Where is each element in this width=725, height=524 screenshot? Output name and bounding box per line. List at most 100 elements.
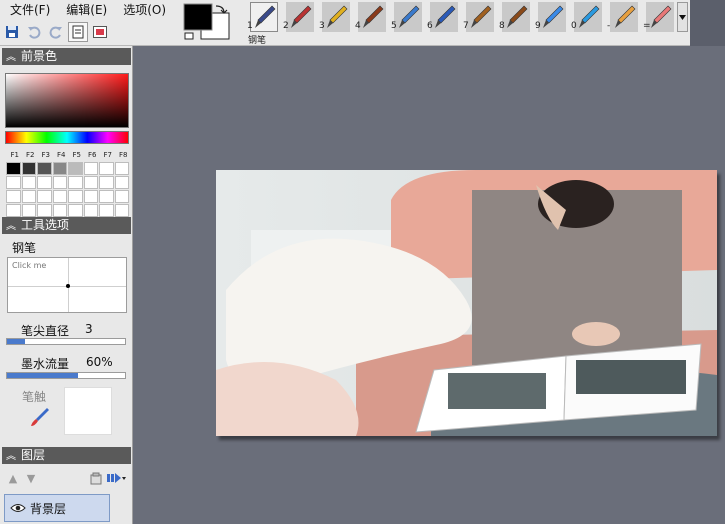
tip-diameter-label: 笔尖直径	[21, 324, 70, 338]
layer-properties-button[interactable]	[87, 470, 105, 486]
undo-button[interactable]	[24, 22, 44, 42]
marker-icon[interactable]	[286, 2, 314, 32]
brush-slot-9[interactable]: 9	[532, 1, 568, 45]
layer-menu-icon	[107, 473, 126, 483]
water-drop-icon[interactable]	[574, 2, 602, 32]
color-picker-gradient[interactable]	[5, 73, 129, 128]
palette-swatch[interactable]	[37, 162, 52, 175]
palette-swatch[interactable]	[6, 162, 21, 175]
menu-options[interactable]: 选项(O)	[113, 0, 172, 20]
brush-hotkey: 7	[463, 21, 469, 31]
reset-colors-icon[interactable]	[184, 32, 194, 40]
image-view-button[interactable]	[90, 22, 110, 42]
palette-swatch[interactable]	[68, 176, 83, 189]
layer-move-down-button[interactable]: ▼	[22, 470, 40, 486]
brush-slot-6[interactable]: 6	[424, 1, 460, 45]
palette-swatch[interactable]	[68, 190, 83, 203]
pen-icon[interactable]	[250, 2, 278, 32]
brush-tip-preview[interactable]	[64, 387, 112, 435]
foreground-panel-header[interactable]: ︽ 前景色	[2, 48, 131, 65]
palette-swatch[interactable]	[21, 176, 36, 189]
preview-dot	[66, 284, 70, 288]
brush-tip-icon[interactable]	[29, 406, 51, 428]
brush-slot-2[interactable]: 2	[280, 1, 316, 45]
palette-swatch[interactable]	[114, 204, 129, 217]
ink-flow-slider[interactable]	[6, 372, 126, 379]
palette-swatch[interactable]	[6, 190, 21, 203]
swap-colors-icon[interactable]	[215, 5, 228, 14]
menu-bar: 文件(F) 编辑(E) 选项(O)	[0, 0, 172, 20]
canvas-image[interactable]	[216, 170, 717, 436]
palette-key-label: F3	[41, 151, 50, 159]
palette-swatch[interactable]	[37, 204, 52, 217]
airbrush-icon[interactable]	[394, 2, 422, 32]
tool-options-header[interactable]: ︽ 工具选项	[2, 217, 131, 234]
palette-swatch[interactable]	[52, 162, 67, 175]
smudge-icon[interactable]	[610, 2, 638, 32]
palette-swatch[interactable]	[83, 176, 98, 189]
palette-swatch[interactable]	[52, 176, 67, 189]
palette-swatch[interactable]	[6, 176, 21, 189]
palette-swatch[interactable]	[52, 190, 67, 203]
brush-preview-area[interactable]: Click me	[7, 257, 127, 313]
palette-swatch[interactable]	[83, 204, 98, 217]
palette-swatch[interactable]	[99, 162, 114, 175]
palette-swatch[interactable]	[114, 162, 129, 175]
menu-edit[interactable]: 编辑(E)	[56, 0, 113, 20]
redo-icon	[49, 26, 62, 39]
palette-swatch[interactable]	[83, 190, 98, 203]
brush-slot-7[interactable]: 7	[460, 1, 496, 45]
layer-menu-button[interactable]	[105, 470, 129, 486]
palette-swatch[interactable]	[37, 176, 52, 189]
layer-item[interactable]: 背景层	[4, 494, 110, 522]
paintbrush-icon[interactable]	[466, 2, 494, 32]
brush-slot-3[interactable]: 3	[316, 1, 352, 45]
palette-swatch[interactable]	[99, 204, 114, 217]
brush-slot-10[interactable]: 0	[568, 1, 604, 45]
layer-visibility-toggle[interactable]	[8, 498, 28, 518]
brush-slot-1[interactable]: 1 钢笔	[244, 1, 280, 46]
tool-options-title: 工具选项	[21, 218, 70, 232]
color-swatches[interactable]	[183, 3, 233, 41]
brush-slot-8[interactable]: 8	[496, 1, 532, 45]
palette-swatch[interactable]	[114, 190, 129, 203]
layer-properties-icon	[90, 472, 102, 484]
menu-file[interactable]: 文件(F)	[0, 0, 56, 20]
more-brushes-button[interactable]	[677, 2, 688, 32]
redo-button[interactable]	[46, 22, 66, 42]
palette-swatch[interactable]	[21, 190, 36, 203]
palette-swatch[interactable]	[99, 176, 114, 189]
palette-swatch[interactable]	[99, 190, 114, 203]
palette-swatch[interactable]	[37, 190, 52, 203]
brush-slot-5[interactable]: 5	[388, 1, 424, 45]
palette-swatch[interactable]	[21, 162, 36, 175]
palette-swatch[interactable]	[52, 204, 67, 217]
new-document-button[interactable]	[68, 22, 88, 42]
brush-slot-4[interactable]: 4	[352, 1, 388, 45]
current-tool-name: 钢笔	[12, 241, 37, 255]
foreground-color-swatch[interactable]	[183, 3, 213, 31]
palette-swatch[interactable]	[68, 204, 83, 217]
palette-swatch[interactable]	[83, 162, 98, 175]
tip-diameter-slider[interactable]	[6, 338, 126, 345]
palette-swatch[interactable]	[6, 204, 21, 217]
sparkle-icon[interactable]	[538, 2, 566, 32]
wet-brush-icon[interactable]	[502, 2, 530, 32]
palette-swatch[interactable]	[21, 204, 36, 217]
brush-icon[interactable]	[358, 2, 386, 32]
palette-swatch[interactable]	[114, 176, 129, 189]
collapse-icon[interactable]: ︽	[6, 49, 16, 66]
brush-slot-12[interactable]: =	[640, 1, 676, 45]
layer-move-up-button[interactable]: ▲	[4, 470, 22, 486]
collapse-icon[interactable]: ︽	[6, 448, 16, 465]
canvas-workspace[interactable]	[134, 46, 725, 524]
save-button[interactable]	[2, 22, 22, 42]
brush-slot-11[interactable]: -	[604, 1, 640, 45]
hue-slider[interactable]	[5, 131, 129, 144]
crayon-icon[interactable]	[322, 2, 350, 32]
palette-swatch[interactable]	[68, 162, 83, 175]
spray-icon[interactable]	[430, 2, 458, 32]
layers-panel-header[interactable]: ︽ 图层	[2, 447, 131, 464]
collapse-icon[interactable]: ︽	[6, 218, 16, 235]
chevron-down-icon	[679, 14, 686, 20]
